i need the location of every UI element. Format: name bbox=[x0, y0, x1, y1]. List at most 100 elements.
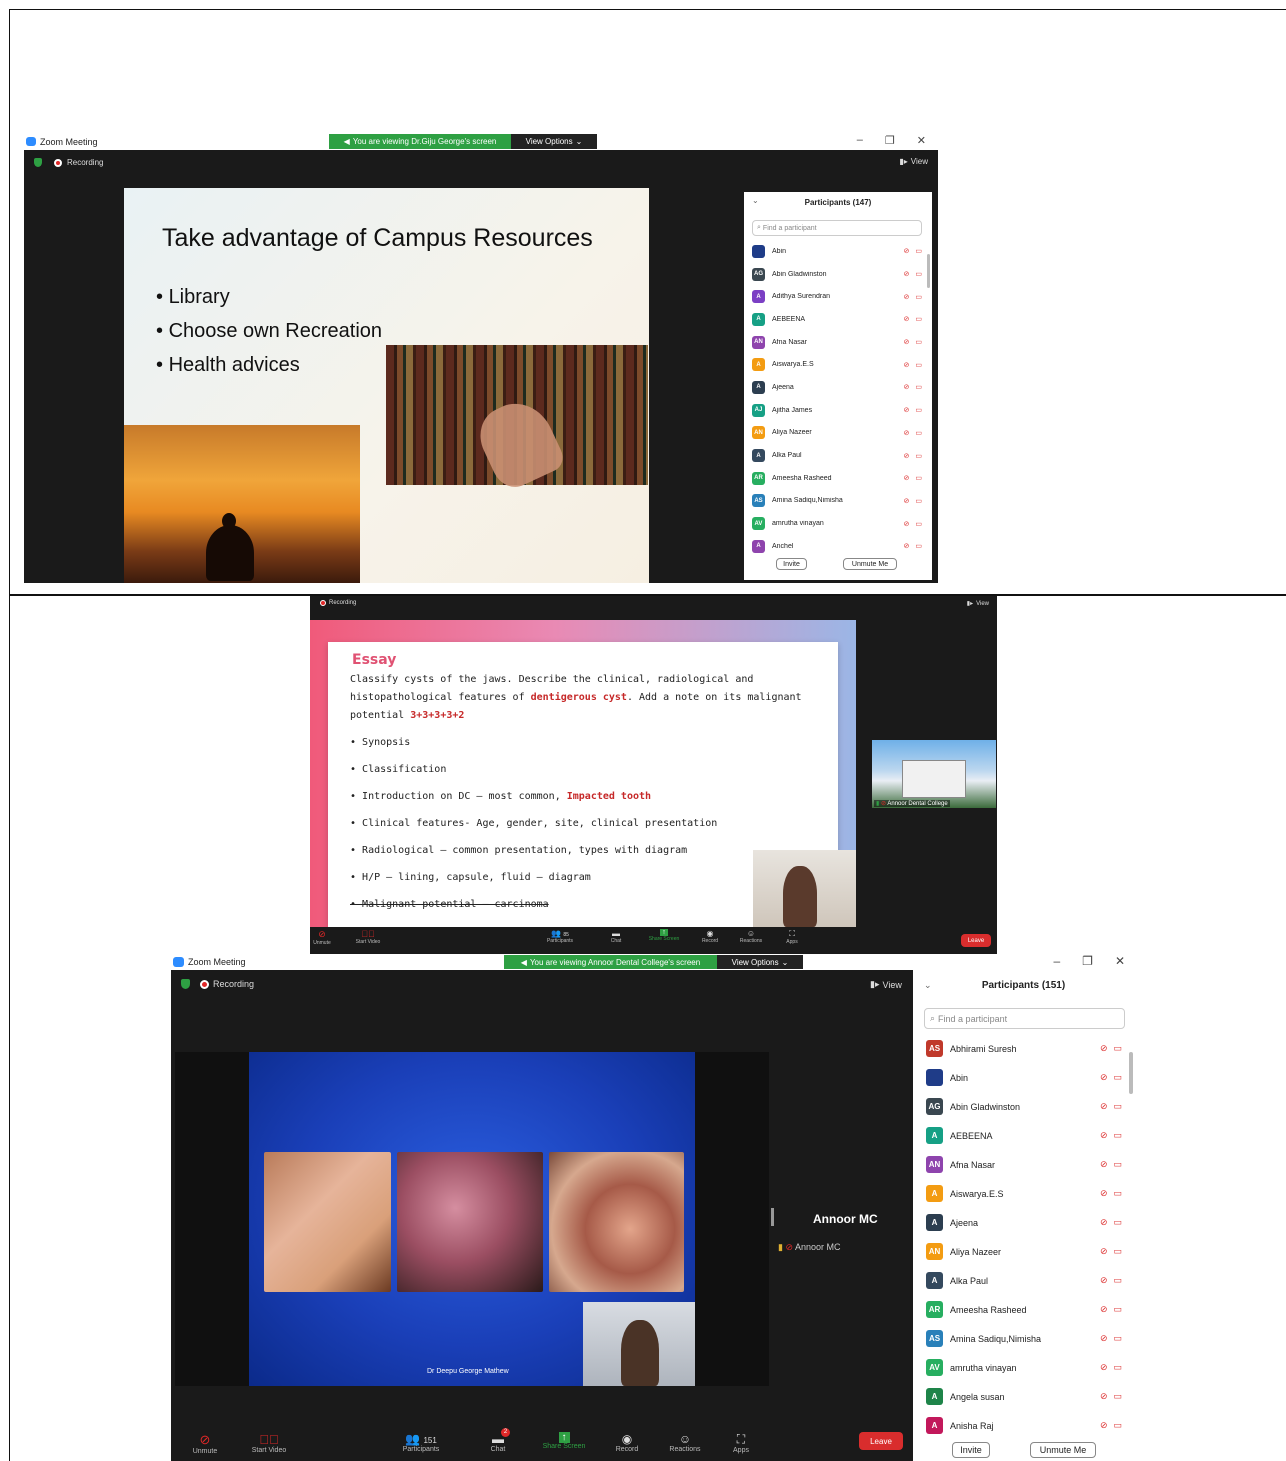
unmute-me-button[interactable]: Unmute Me bbox=[843, 558, 897, 570]
presenter-video bbox=[583, 1302, 695, 1386]
reactions-button[interactable]: ☺ Reactions bbox=[736, 929, 766, 944]
bullet-item: • Library bbox=[156, 286, 230, 308]
participant-row[interactable]: AN Aliya Nazeer ⊘ ▭ bbox=[926, 1237, 1122, 1266]
share-screen-button[interactable]: ↑ Share Screen bbox=[644, 929, 684, 942]
participant-row[interactable]: A Aiswarya.E.S ⊘ ▭ bbox=[926, 1179, 1122, 1208]
participant-row[interactable]: AG Abin Gladwinston ⊘ ▭ bbox=[752, 263, 922, 286]
participant-row[interactable]: AV amrutha vinayan ⊘ ▭ bbox=[752, 512, 922, 535]
leave-button[interactable]: Leave bbox=[961, 934, 991, 947]
close-icon[interactable]: ✕ bbox=[917, 134, 926, 147]
leave-button[interactable]: Leave bbox=[859, 1432, 903, 1450]
scrollbar[interactable] bbox=[927, 254, 930, 288]
view-button[interactable]: ▮▸ View bbox=[899, 157, 928, 166]
participant-row[interactable]: AR Ameesha Rasheed ⊘ ▭ bbox=[926, 1295, 1122, 1324]
search-input[interactable]: ⌕ Find a participant bbox=[752, 220, 922, 236]
view-button[interactable]: ▮▸ View bbox=[870, 979, 902, 990]
reactions-button[interactable]: ☺ Reactions bbox=[665, 1432, 705, 1453]
restore-icon[interactable]: ❐ bbox=[885, 134, 895, 147]
avatar: AG bbox=[926, 1098, 943, 1115]
participant-row[interactable]: AS Abhirami Suresh ⊘ ▭ bbox=[926, 1034, 1122, 1063]
participant-name: Abhirami Suresh bbox=[950, 1043, 1017, 1054]
bullet-item: • Health advices bbox=[156, 354, 300, 376]
participant-row[interactable]: A Anchel ⊘ ▭ bbox=[752, 535, 922, 558]
active-speaker-bar bbox=[771, 1208, 774, 1226]
view-button[interactable]: ▮▸ View bbox=[967, 600, 989, 608]
participants-button[interactable]: 👥 151 Participants bbox=[395, 1432, 447, 1453]
scrollbar[interactable] bbox=[1129, 1052, 1133, 1094]
participant-row[interactable]: AS Amina Sadiqu,Nimisha ⊘ ▭ bbox=[926, 1324, 1122, 1353]
essay-question-line: potential 3+3+3+3+2 bbox=[350, 710, 465, 721]
invite-button[interactable]: Invite bbox=[952, 1442, 990, 1458]
muted-mic-icon: ⊘ bbox=[1099, 1043, 1108, 1053]
top-status-bar: Recording bbox=[34, 158, 103, 167]
participant-row[interactable]: AN Afna Nasar ⊘ ▭ bbox=[752, 331, 922, 354]
meditation-sunset-image bbox=[124, 425, 360, 583]
video-off-icon: ▭ bbox=[1113, 1420, 1122, 1430]
shared-slide: Essay Classify cysts of the jaws. Descri… bbox=[310, 620, 856, 927]
view-icon: ▮▸ bbox=[870, 979, 880, 989]
participant-row[interactable]: Abin ⊘ ▭ bbox=[926, 1063, 1122, 1092]
participant-row[interactable]: Abin ⊘ ▭ bbox=[752, 240, 922, 263]
participant-row[interactable]: A AEBEENA ⊘ ▭ bbox=[926, 1121, 1122, 1150]
participant-row[interactable]: AN Aliya Nazeer ⊘ ▭ bbox=[752, 422, 922, 445]
share-screen-button[interactable]: ↑ Share Screen bbox=[537, 1432, 591, 1450]
participant-name: Alka Paul bbox=[950, 1275, 989, 1286]
participant-row[interactable]: A Alka Paul ⊘ ▭ bbox=[926, 1266, 1122, 1295]
unmute-button[interactable]: ⊘ Unmute bbox=[312, 929, 332, 946]
apps-button[interactable]: ⛶ Apps bbox=[782, 929, 802, 945]
invite-button[interactable]: Invite bbox=[776, 558, 807, 570]
apps-icon: ⛶ bbox=[736, 1432, 746, 1446]
unmute-me-button[interactable]: Unmute Me bbox=[1030, 1442, 1096, 1458]
muted-mic-icon: ⊘ bbox=[1099, 1188, 1108, 1198]
participant-row[interactable]: A Anisha Raj ⊘ ▭ bbox=[926, 1411, 1122, 1440]
participant-row[interactable]: AG Abin Gladwinston ⊘ ▭ bbox=[926, 1092, 1122, 1121]
participant-row[interactable]: A Angela susan ⊘ ▭ bbox=[926, 1382, 1122, 1411]
video-off-icon: ▭ bbox=[1113, 1217, 1122, 1227]
participants-list: AS Abhirami Suresh ⊘ ▭ Abin ⊘ ▭ AG Abin Gladwins… bbox=[926, 1034, 1122, 1440]
participant-row[interactable]: A Aiswarya.E.S ⊘ ▭ bbox=[752, 353, 922, 376]
minimize-icon[interactable]: – bbox=[1053, 954, 1060, 968]
avatar: A bbox=[926, 1417, 943, 1434]
start-video-button[interactable]: ▶⃠ Start Video bbox=[350, 929, 386, 945]
video-off-icon: ▭ bbox=[915, 271, 922, 279]
essay-point: • H/P – lining, capsule, fluid – diagram bbox=[350, 872, 591, 883]
muted-mic-icon: ⊘ bbox=[1099, 1275, 1108, 1285]
search-icon: ⌕ bbox=[757, 224, 761, 231]
chat-button[interactable]: ▬ Chat bbox=[606, 929, 626, 944]
avatar: AR bbox=[926, 1301, 943, 1318]
search-input[interactable]: ⌕ Find a participant bbox=[924, 1008, 1125, 1029]
participant-row[interactable]: AN Afna Nasar ⊘ ▭ bbox=[926, 1150, 1122, 1179]
view-options-button[interactable]: View Options ⌄ bbox=[717, 955, 803, 969]
minimize-icon[interactable]: – bbox=[857, 134, 863, 147]
signal-icon: ▮ bbox=[778, 1242, 783, 1252]
avatar: AS bbox=[752, 494, 765, 508]
participant-row[interactable]: AR Ameesha Rasheed ⊘ ▭ bbox=[752, 467, 922, 490]
apps-button[interactable]: ⛶ Apps bbox=[729, 1432, 753, 1454]
speaker-icon: ◀ bbox=[520, 957, 527, 967]
participant-name: Abin Gladwinston bbox=[950, 1101, 1021, 1112]
bottom-toolbar: ⊘ Unmute ▶⃠ Start Video 👥 85 Participant… bbox=[310, 927, 997, 954]
muted-mic-icon: ⊘ bbox=[1099, 1246, 1108, 1256]
participant-row[interactable]: AS Amina Sadiqu,Nimisha ⊘ ▭ bbox=[752, 490, 922, 513]
avatar bbox=[926, 1069, 943, 1086]
start-video-button[interactable]: ▶⃠ Start Video bbox=[245, 1432, 293, 1454]
participant-row[interactable]: A Alka Paul ⊘ ▭ bbox=[752, 444, 922, 467]
view-icon: ▮▸ bbox=[899, 157, 908, 166]
chat-button[interactable]: ▬ 2 Chat bbox=[485, 1428, 511, 1453]
participant-row[interactable]: A AEBEENA ⊘ ▭ bbox=[752, 308, 922, 331]
record-button[interactable]: ◉ Record bbox=[698, 929, 722, 944]
participants-button[interactable]: 👥 85 Participants bbox=[542, 929, 578, 944]
participant-row[interactable]: A Adithya Surendran ⊘ ▭ bbox=[752, 285, 922, 308]
video-off-icon: ▶⃠ bbox=[259, 1432, 279, 1447]
side-tile-title: Annoor MC bbox=[813, 1212, 878, 1226]
restore-icon[interactable]: ❐ bbox=[1082, 954, 1093, 968]
unmute-button[interactable]: ⊘ Unmute bbox=[185, 1432, 225, 1455]
record-button[interactable]: ◉ Record bbox=[611, 1432, 643, 1453]
participant-name: Anisha Raj bbox=[950, 1420, 994, 1431]
view-options-button[interactable]: View Options ⌄ bbox=[511, 134, 597, 149]
participant-row[interactable]: AJ Ajitha James ⊘ ▭ bbox=[752, 399, 922, 422]
participant-row[interactable]: A Ajeena ⊘ ▭ bbox=[926, 1208, 1122, 1237]
participant-row[interactable]: A Ajeena ⊘ ▭ bbox=[752, 376, 922, 399]
close-icon[interactable]: ✕ bbox=[1115, 954, 1125, 968]
participant-row[interactable]: AV amrutha vinayan ⊘ ▭ bbox=[926, 1353, 1122, 1382]
